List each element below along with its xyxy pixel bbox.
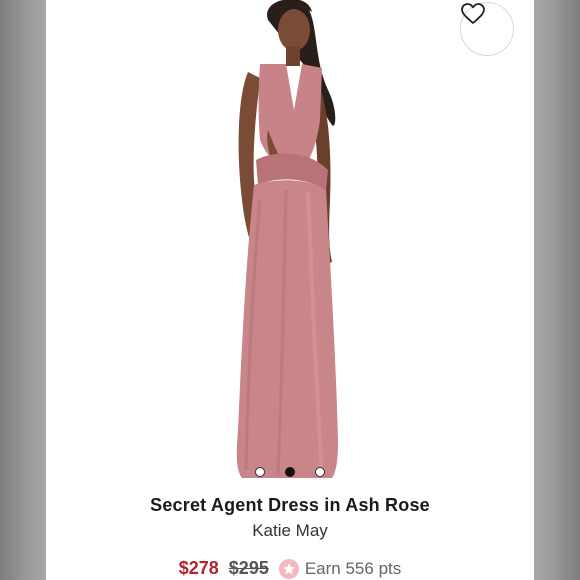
wishlist-button[interactable] [460,2,514,56]
left-backdrop [0,0,46,580]
gallery-dot-1[interactable] [255,467,265,477]
sale-price: $278 [178,558,219,578]
model-photo [236,0,338,478]
points-label: Earn 556 pts [304,558,402,578]
product-title: Secret Agent Dress in Ash Rose [150,495,430,515]
price-row: $278 $295 Earn 556 pts [46,558,534,579]
star-icon [278,558,299,579]
gallery-dot-3[interactable] [315,467,325,477]
product-brand[interactable]: Katie May [46,521,534,541]
gallery-dot-2[interactable] [285,467,295,477]
original-price: $295 [228,558,269,578]
product-card: Secret Agent Dress in Ash Rose Katie May… [46,0,534,580]
right-backdrop [534,0,580,580]
product-image[interactable] [46,0,534,485]
rewards-points: Earn 556 pts [278,558,402,579]
gallery-pagination [46,465,534,479]
